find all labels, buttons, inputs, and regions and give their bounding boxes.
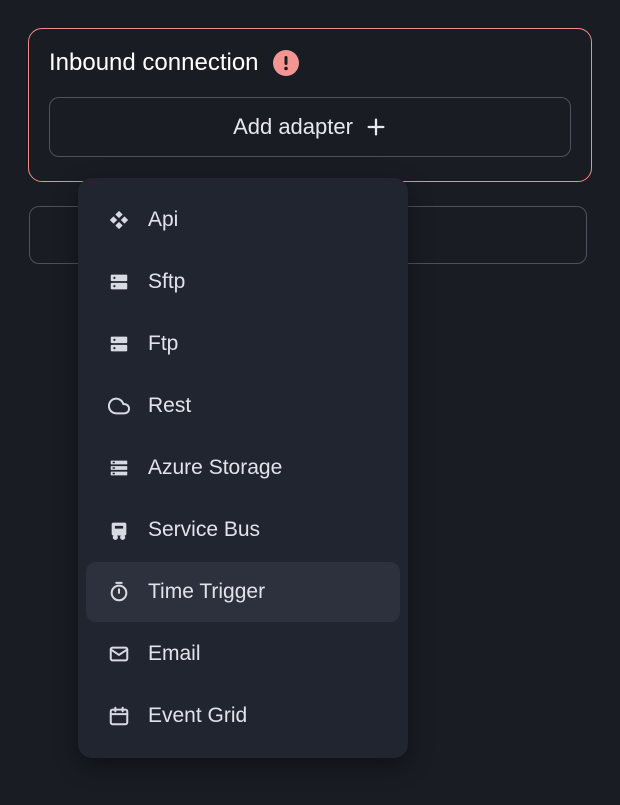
server-icon <box>108 333 130 355</box>
add-adapter-button[interactable]: Add adapter <box>49 97 571 157</box>
dropdown-item-label: Rest <box>148 394 191 418</box>
dropdown-item-label: Azure Storage <box>148 456 282 480</box>
dropdown-item-label: Ftp <box>148 332 178 356</box>
server-icon <box>108 271 130 293</box>
email-icon <box>108 643 130 665</box>
dropdown-item-label: Service Bus <box>148 518 260 542</box>
dropdown-item-sftp[interactable]: Sftp <box>86 252 400 312</box>
cloud-icon <box>108 395 130 417</box>
plus-icon <box>365 116 387 138</box>
dropdown-item-event-grid[interactable]: Event Grid <box>86 686 400 746</box>
api-icon <box>108 209 130 231</box>
dropdown-item-label: Time Trigger <box>148 580 265 604</box>
panel-title: Inbound connection <box>49 49 259 77</box>
dropdown-item-label: Event Grid <box>148 704 247 728</box>
dropdown-item-ftp[interactable]: Ftp <box>86 314 400 374</box>
alert-icon <box>273 50 299 76</box>
dropdown-item-label: Email <box>148 642 201 666</box>
panel-header: Inbound connection <box>49 49 571 77</box>
storage-icon <box>108 457 130 479</box>
inbound-connection-panel: Inbound connection Add adapter <box>28 28 592 182</box>
adapter-dropdown-menu: Api Sftp Ftp R <box>78 178 408 758</box>
dropdown-item-azure-storage[interactable]: Azure Storage <box>86 438 400 498</box>
add-adapter-label: Add adapter <box>233 114 353 140</box>
dropdown-item-email[interactable]: Email <box>86 624 400 684</box>
bus-icon <box>108 519 130 541</box>
calendar-icon <box>108 705 130 727</box>
dropdown-item-rest[interactable]: Rest <box>86 376 400 436</box>
dropdown-item-api[interactable]: Api <box>86 190 400 250</box>
dropdown-item-service-bus[interactable]: Service Bus <box>86 500 400 560</box>
dropdown-item-time-trigger[interactable]: Time Trigger <box>86 562 400 622</box>
dropdown-item-label: Sftp <box>148 270 185 294</box>
timer-icon <box>108 581 130 603</box>
dropdown-item-label: Api <box>148 208 178 232</box>
